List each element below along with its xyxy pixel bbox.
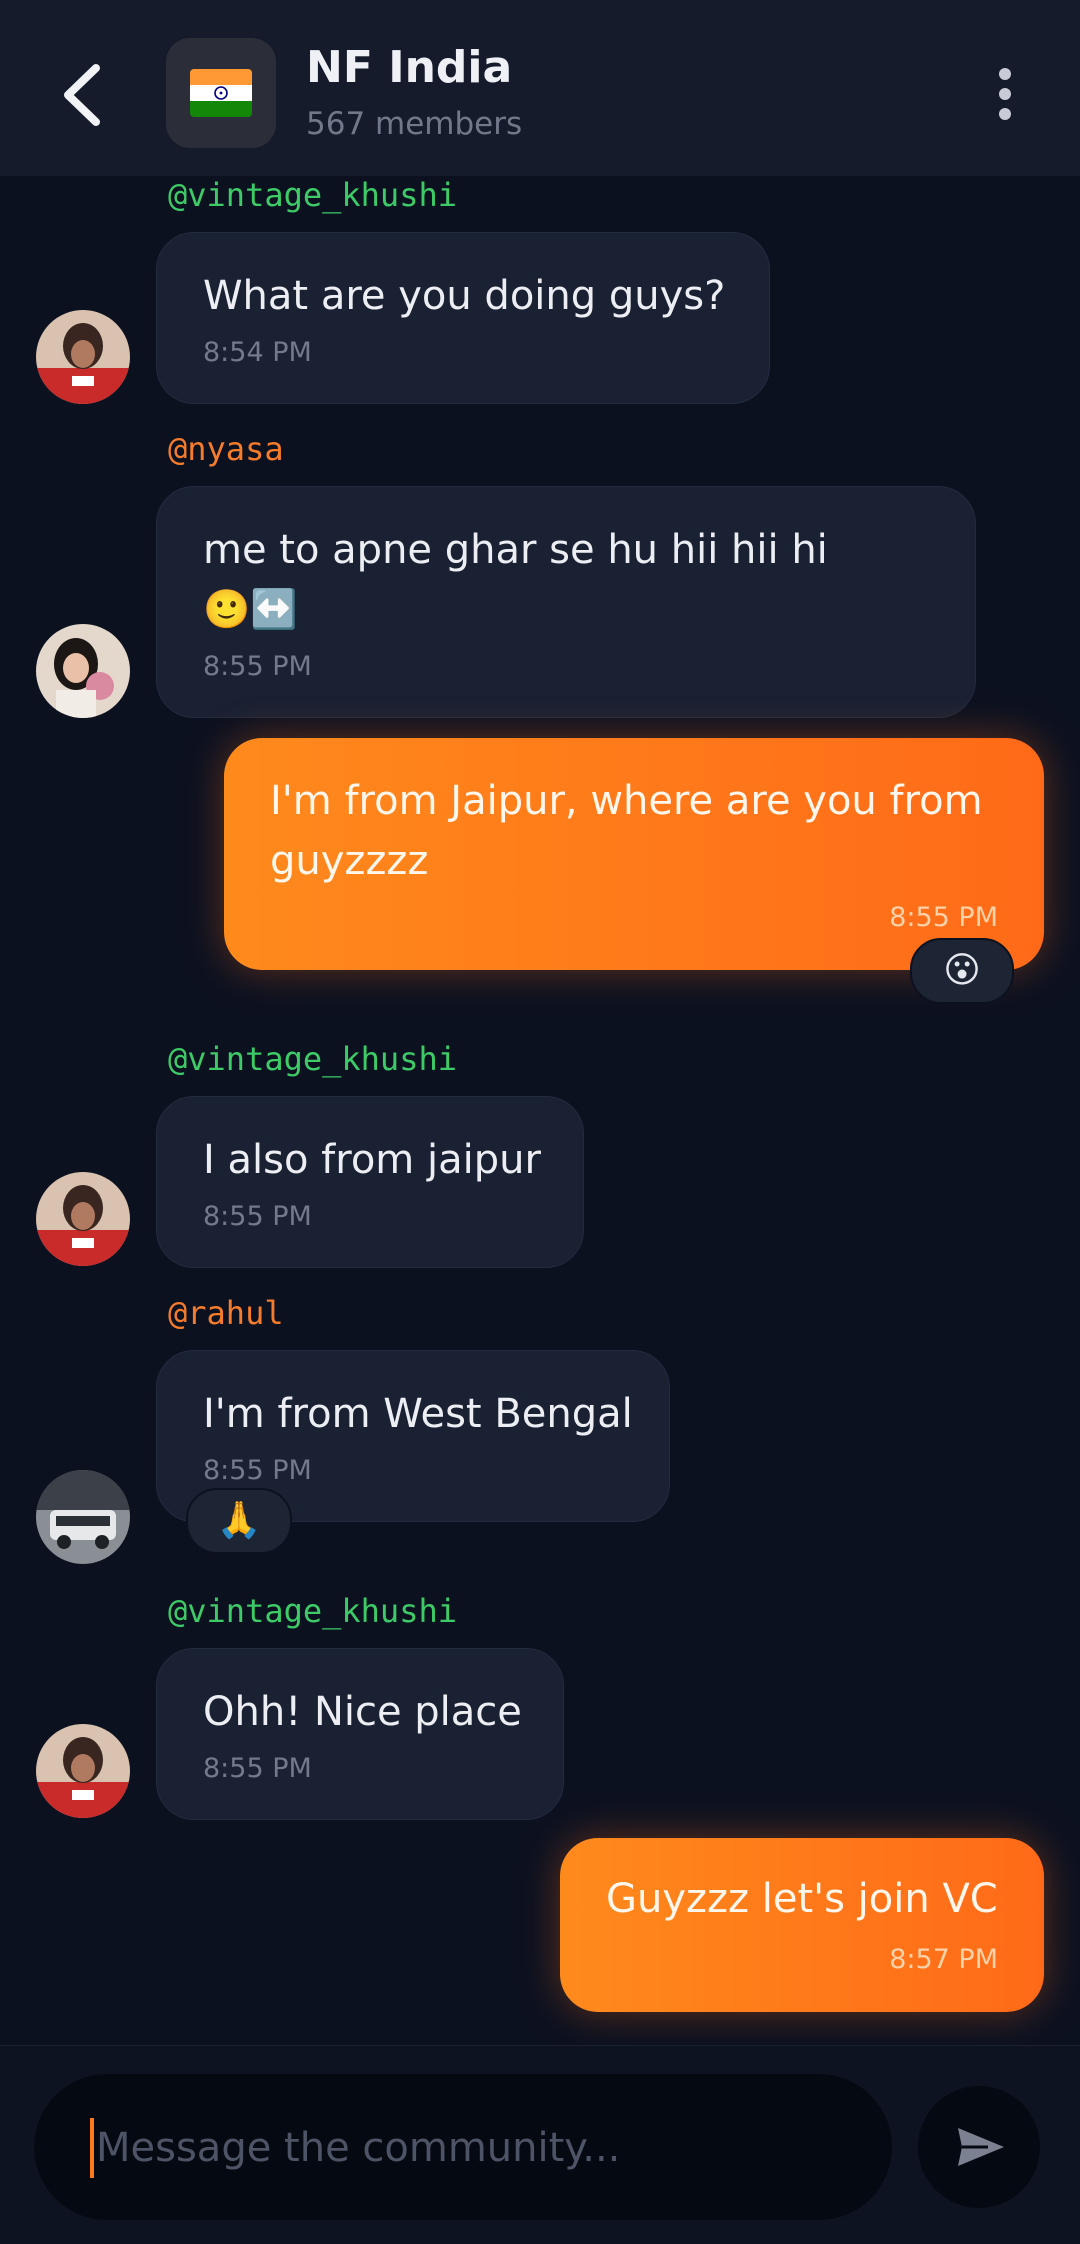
- more-options-button[interactable]: [990, 64, 1020, 124]
- message-time: 8:55 PM: [889, 902, 998, 933]
- avatar[interactable]: [36, 624, 130, 718]
- message-emoji: 🙂↔️: [203, 587, 298, 631]
- member-count: 567 members: [306, 106, 523, 142]
- message-username[interactable]: @vintage_khushi: [168, 176, 457, 214]
- chevron-left-icon: [64, 64, 100, 126]
- avatar[interactable]: [36, 1172, 130, 1266]
- message-text: Guyzzz let's join VC: [606, 1876, 998, 1922]
- message-username[interactable]: @nyasa: [168, 430, 284, 468]
- more-vertical-icon: [999, 68, 1011, 80]
- india-flag-icon: [190, 69, 252, 117]
- message-text: What are you doing guys?: [203, 273, 726, 319]
- avatar[interactable]: [36, 1470, 130, 1564]
- group-avatar[interactable]: [166, 38, 276, 148]
- message-time: 8:54 PM: [203, 337, 312, 368]
- send-icon: [958, 2128, 1004, 2166]
- message-text: guyzzzz: [270, 838, 429, 884]
- message-bubble[interactable]: What are you doing guys? 8:54 PM: [156, 232, 770, 404]
- avatar[interactable]: [36, 1724, 130, 1818]
- message-username[interactable]: @vintage_khushi: [168, 1592, 457, 1630]
- message-time: 8:55 PM: [203, 1753, 312, 1784]
- back-button[interactable]: [50, 50, 120, 140]
- message-text: I also from jaipur: [203, 1137, 541, 1183]
- message-username[interactable]: @vintage_khushi: [168, 1040, 457, 1078]
- own-message-bubble[interactable]: Guyzzz let's join VC 8:57 PM: [560, 1838, 1044, 2012]
- message-text: Ohh! Nice place: [203, 1689, 522, 1735]
- message-text: I'm from West Bengal: [203, 1391, 633, 1437]
- message-time: 8:55 PM: [203, 1455, 312, 1486]
- message-bubble[interactable]: me to apne ghar se hu hii hii hi 🙂↔️ 8:5…: [156, 486, 976, 718]
- message-bubble[interactable]: Ohh! Nice place 8:55 PM: [156, 1648, 564, 1820]
- reaction-badge[interactable]: 🙏: [186, 1488, 292, 1554]
- avatar[interactable]: [36, 310, 130, 404]
- reaction-badge[interactable]: 😮: [910, 938, 1014, 1004]
- message-time: 8:57 PM: [889, 1944, 998, 1975]
- message-time: 8:55 PM: [203, 651, 312, 682]
- send-button[interactable]: [918, 2086, 1040, 2208]
- message-text: me to apne ghar se hu hii hii hi: [203, 527, 828, 573]
- own-message-bubble[interactable]: I'm from Jaipur, where are you from guyz…: [224, 738, 1044, 970]
- group-title[interactable]: NF India: [306, 42, 512, 93]
- message-input-container[interactable]: [34, 2074, 892, 2222]
- message-username[interactable]: @rahul: [168, 1294, 284, 1332]
- message-time: 8:55 PM: [203, 1201, 312, 1232]
- message-bubble[interactable]: I also from jaipur 8:55 PM: [156, 1096, 584, 1268]
- message-composer: [0, 2045, 1080, 2244]
- message-text: I'm from Jaipur, where are you from: [270, 778, 983, 824]
- chat-header: NF India 567 members: [0, 0, 1080, 176]
- message-input[interactable]: [94, 2074, 858, 2222]
